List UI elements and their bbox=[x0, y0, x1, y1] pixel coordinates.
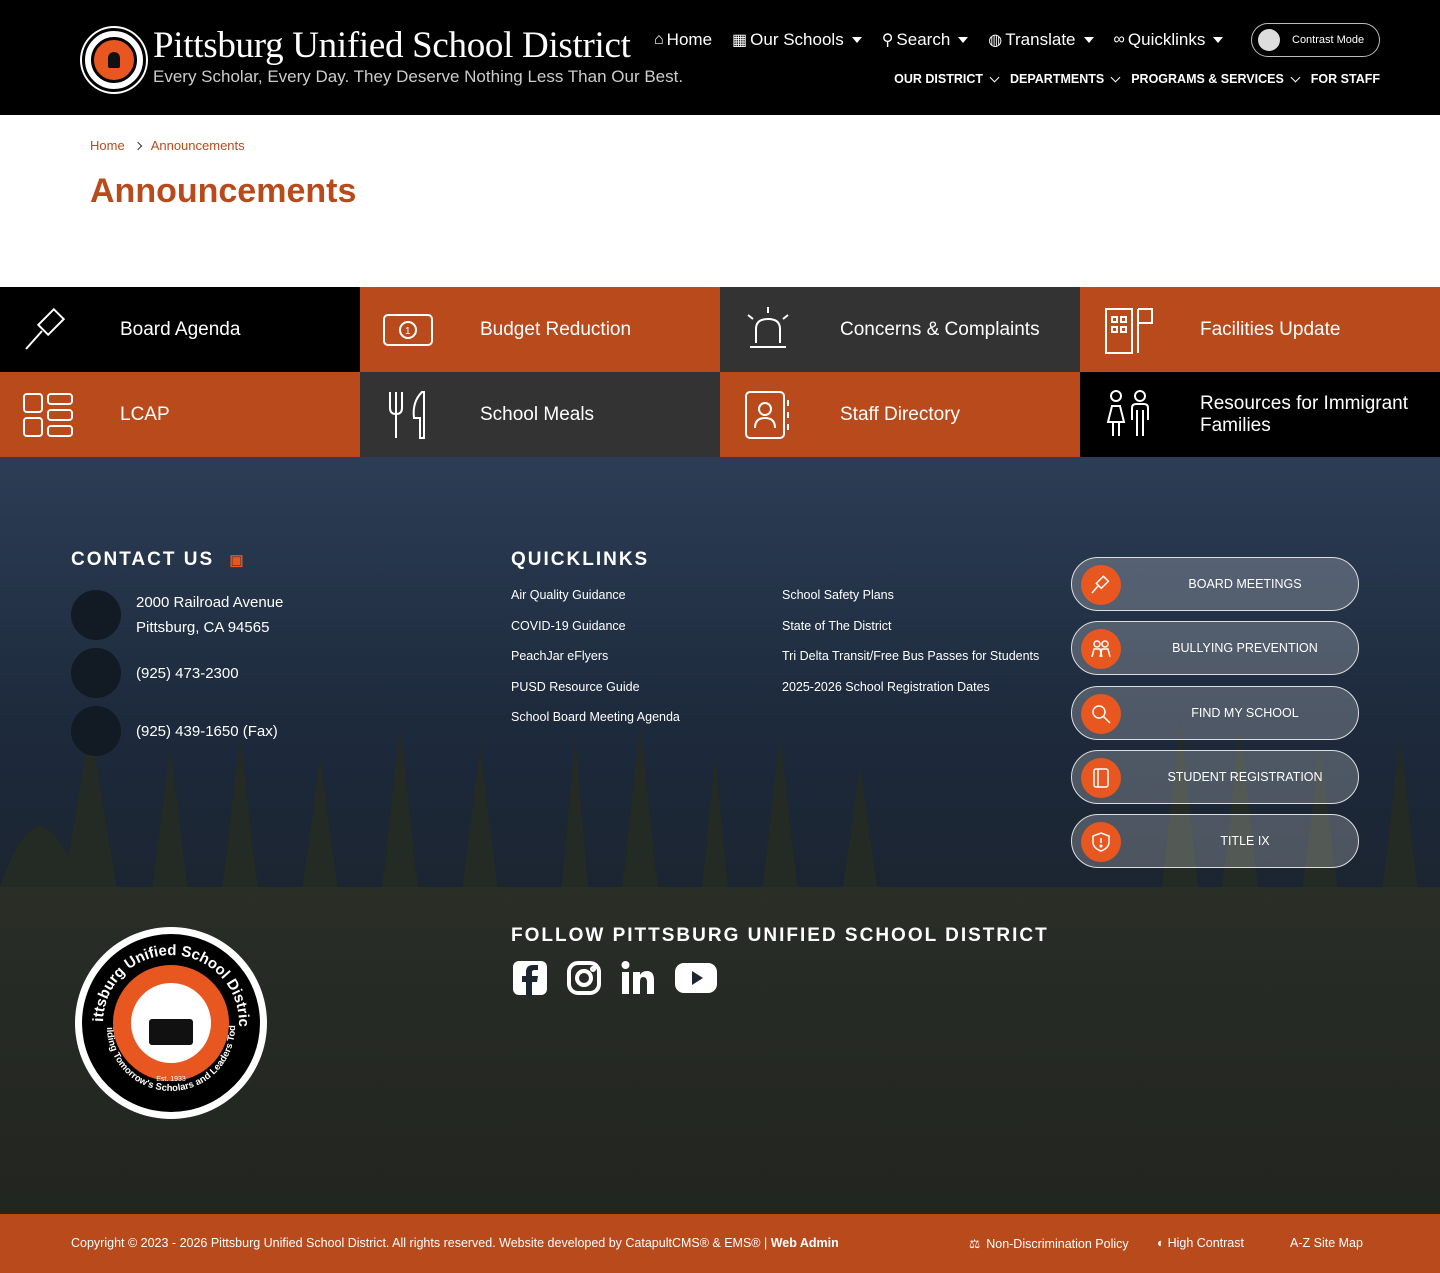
school-icon: ▦ bbox=[732, 32, 748, 49]
facebook-icon[interactable] bbox=[511, 959, 549, 997]
quicklink[interactable]: Air Quality Guidance bbox=[511, 588, 626, 602]
title-ix-button[interactable]: TITLE IX bbox=[1071, 814, 1359, 868]
caret-down-icon bbox=[851, 37, 862, 43]
tile-budget-reduction[interactable]: 1 Budget Reduction bbox=[360, 287, 720, 372]
top-nav-translate[interactable]: ◍ Translate bbox=[988, 30, 1094, 50]
building-icon bbox=[1105, 308, 1153, 354]
tile-school-meals[interactable]: School Meals bbox=[360, 372, 720, 457]
contrast-mode-toggle[interactable]: Contrast Mode bbox=[1251, 23, 1380, 57]
quicklink[interactable]: School Safety Plans bbox=[782, 588, 894, 602]
main-nav: OUR DISTRICT DEPARTMENTS PROGRAMS & SERV… bbox=[882, 72, 1380, 86]
quicklink[interactable]: PeachJar eFlyers bbox=[511, 649, 608, 663]
breadcrumb-home[interactable]: Home bbox=[90, 138, 125, 153]
contrast-icon: ◐ bbox=[1157, 1236, 1165, 1250]
grid-icon bbox=[23, 393, 73, 437]
shield-icon bbox=[1081, 822, 1121, 862]
site-title[interactable]: Pittsburg Unified School District bbox=[153, 24, 631, 67]
phone-icon bbox=[71, 648, 121, 698]
top-nav-home[interactable]: ⌂ Home bbox=[654, 30, 712, 50]
money-icon: 1 bbox=[383, 314, 433, 346]
gavel-icon bbox=[1081, 565, 1121, 605]
contact-phone[interactable]: (925) 473-2300 bbox=[71, 648, 239, 698]
tile-resources-immigrant-families[interactable]: Resources for Immigrant Families bbox=[1080, 372, 1440, 457]
non-discrimination-link[interactable]: ⚖ Non-Discrimination Policy bbox=[969, 1236, 1129, 1252]
top-nav: ⌂ Home ▦ Our Schools ⚲ Search ◍ Translate ∞ Q… bbox=[654, 28, 1243, 52]
top-nav-our-schools[interactable]: ▦ Our Schools bbox=[732, 30, 862, 50]
caret-down-icon bbox=[1083, 37, 1094, 43]
quicklink[interactable]: 2025-2026 School Registration Dates bbox=[782, 680, 990, 694]
scales-icon: ⚖ bbox=[969, 1237, 981, 1251]
moon-icon bbox=[1258, 29, 1280, 51]
quicklink[interactable]: PUSD Resource Guide bbox=[511, 680, 640, 694]
bullying-prevention-button[interactable]: BULLYING PREVENTION bbox=[1071, 621, 1359, 675]
board-meetings-button[interactable]: BOARD MEETINGS bbox=[1071, 557, 1359, 611]
high-contrast-link[interactable]: ◐ High Contrast bbox=[1157, 1236, 1244, 1250]
svg-text:1: 1 bbox=[405, 326, 411, 337]
notebook-icon bbox=[1081, 758, 1121, 798]
globe-icon: ◍ bbox=[988, 32, 1003, 49]
tile-concerns-complaints[interactable]: Concerns & Complaints bbox=[720, 287, 1080, 372]
contact-address: 2000 Railroad Avenue Pittsburg, CA 94565 bbox=[71, 590, 283, 640]
student-registration-button[interactable]: STUDENT REGISTRATION bbox=[1071, 750, 1359, 804]
quicklink[interactable]: COVID-19 Guidance bbox=[511, 619, 626, 633]
family-icon bbox=[1106, 390, 1149, 436]
feature-tiles: Board Agenda 1 Budget Reduction Concerns… bbox=[0, 287, 1440, 457]
people-icon bbox=[1081, 629, 1121, 669]
nav-programs-services[interactable]: PROGRAMS & SERVICES bbox=[1131, 72, 1301, 86]
site-tagline: Every Scholar, Every Day. They Deserve N… bbox=[153, 67, 684, 86]
fax-icon bbox=[71, 706, 121, 756]
book-icon bbox=[149, 1019, 193, 1045]
location-icon bbox=[71, 590, 121, 640]
chevron-down-icon bbox=[1110, 72, 1121, 82]
nav-our-district[interactable]: OUR DISTRICT bbox=[894, 72, 1000, 86]
magnifier-icon bbox=[1081, 694, 1121, 734]
tile-board-agenda[interactable]: Board Agenda bbox=[0, 287, 360, 372]
chevron-down-icon bbox=[1290, 72, 1301, 82]
social-links bbox=[511, 959, 735, 997]
tile-lcap[interactable]: LCAP bbox=[0, 372, 360, 457]
quicklinks-heading: QUICKLINKS bbox=[511, 549, 650, 570]
contact-fax: (925) 439-1650 (Fax) bbox=[71, 706, 278, 756]
top-nav-quicklinks[interactable]: ∞ Quicklinks bbox=[1114, 30, 1224, 50]
gavel-icon bbox=[25, 307, 66, 350]
tile-staff-directory[interactable]: Staff Directory bbox=[720, 372, 1080, 457]
site-map-link[interactable]: A-Z Site Map bbox=[1290, 1236, 1363, 1250]
copyright-text: Copyright © 2023 - 2026 Pittsburg Unifie… bbox=[71, 1236, 839, 1250]
contact-book-icon bbox=[745, 391, 789, 439]
quicklink[interactable]: School Board Meeting Agenda bbox=[511, 710, 680, 724]
link-icon: ∞ bbox=[1113, 31, 1125, 48]
contact-heading: CONTACT US ▣ bbox=[71, 549, 246, 570]
web-admin-link[interactable]: Web Admin bbox=[771, 1236, 839, 1250]
utensils-icon bbox=[389, 391, 425, 439]
map-icon[interactable]: ▣ bbox=[229, 552, 245, 569]
chevron-right-icon bbox=[133, 141, 142, 150]
nav-departments[interactable]: DEPARTMENTS bbox=[1010, 72, 1121, 86]
page-title: Announcements bbox=[90, 172, 357, 210]
siren-icon bbox=[747, 307, 789, 348]
home-icon: ⌂ bbox=[654, 31, 664, 48]
nav-for-staff[interactable]: FOR STAFF bbox=[1311, 72, 1380, 86]
follow-heading: FOLLOW PITTSBURG UNIFIED SCHOOL DISTRICT bbox=[511, 925, 1049, 946]
instagram-icon[interactable] bbox=[565, 959, 603, 997]
site-header: Pittsburg Unified School District Every … bbox=[0, 0, 1440, 115]
district-seal-logo[interactable] bbox=[82, 28, 146, 92]
chevron-down-icon bbox=[989, 72, 1000, 82]
caret-down-icon bbox=[1213, 37, 1224, 43]
caret-down-icon bbox=[958, 37, 969, 43]
quicklink[interactable]: State of The District bbox=[782, 619, 892, 633]
top-nav-search[interactable]: ⚲ Search bbox=[882, 30, 969, 50]
linkedin-icon[interactable] bbox=[619, 959, 657, 997]
youtube-icon[interactable] bbox=[673, 959, 719, 997]
bottom-bar: Copyright © 2023 - 2026 Pittsburg Unifie… bbox=[0, 1214, 1440, 1273]
breadcrumb: Home Announcements bbox=[90, 138, 245, 153]
quicklink[interactable]: Tri Delta Transit/Free Bus Passes for St… bbox=[782, 649, 1039, 663]
site-footer: CONTACT US ▣ 2000 Railroad Avenue Pittsbu… bbox=[0, 457, 1440, 1214]
find-my-school-button[interactable]: FIND MY SCHOOL bbox=[1071, 686, 1359, 740]
district-seal: Pittsburg Unified School District Buildi… bbox=[75, 927, 267, 1119]
tile-facilities-update[interactable]: Facilities Update bbox=[1080, 287, 1440, 372]
breadcrumb-current[interactable]: Announcements bbox=[151, 138, 245, 153]
search-icon: ⚲ bbox=[881, 32, 894, 49]
